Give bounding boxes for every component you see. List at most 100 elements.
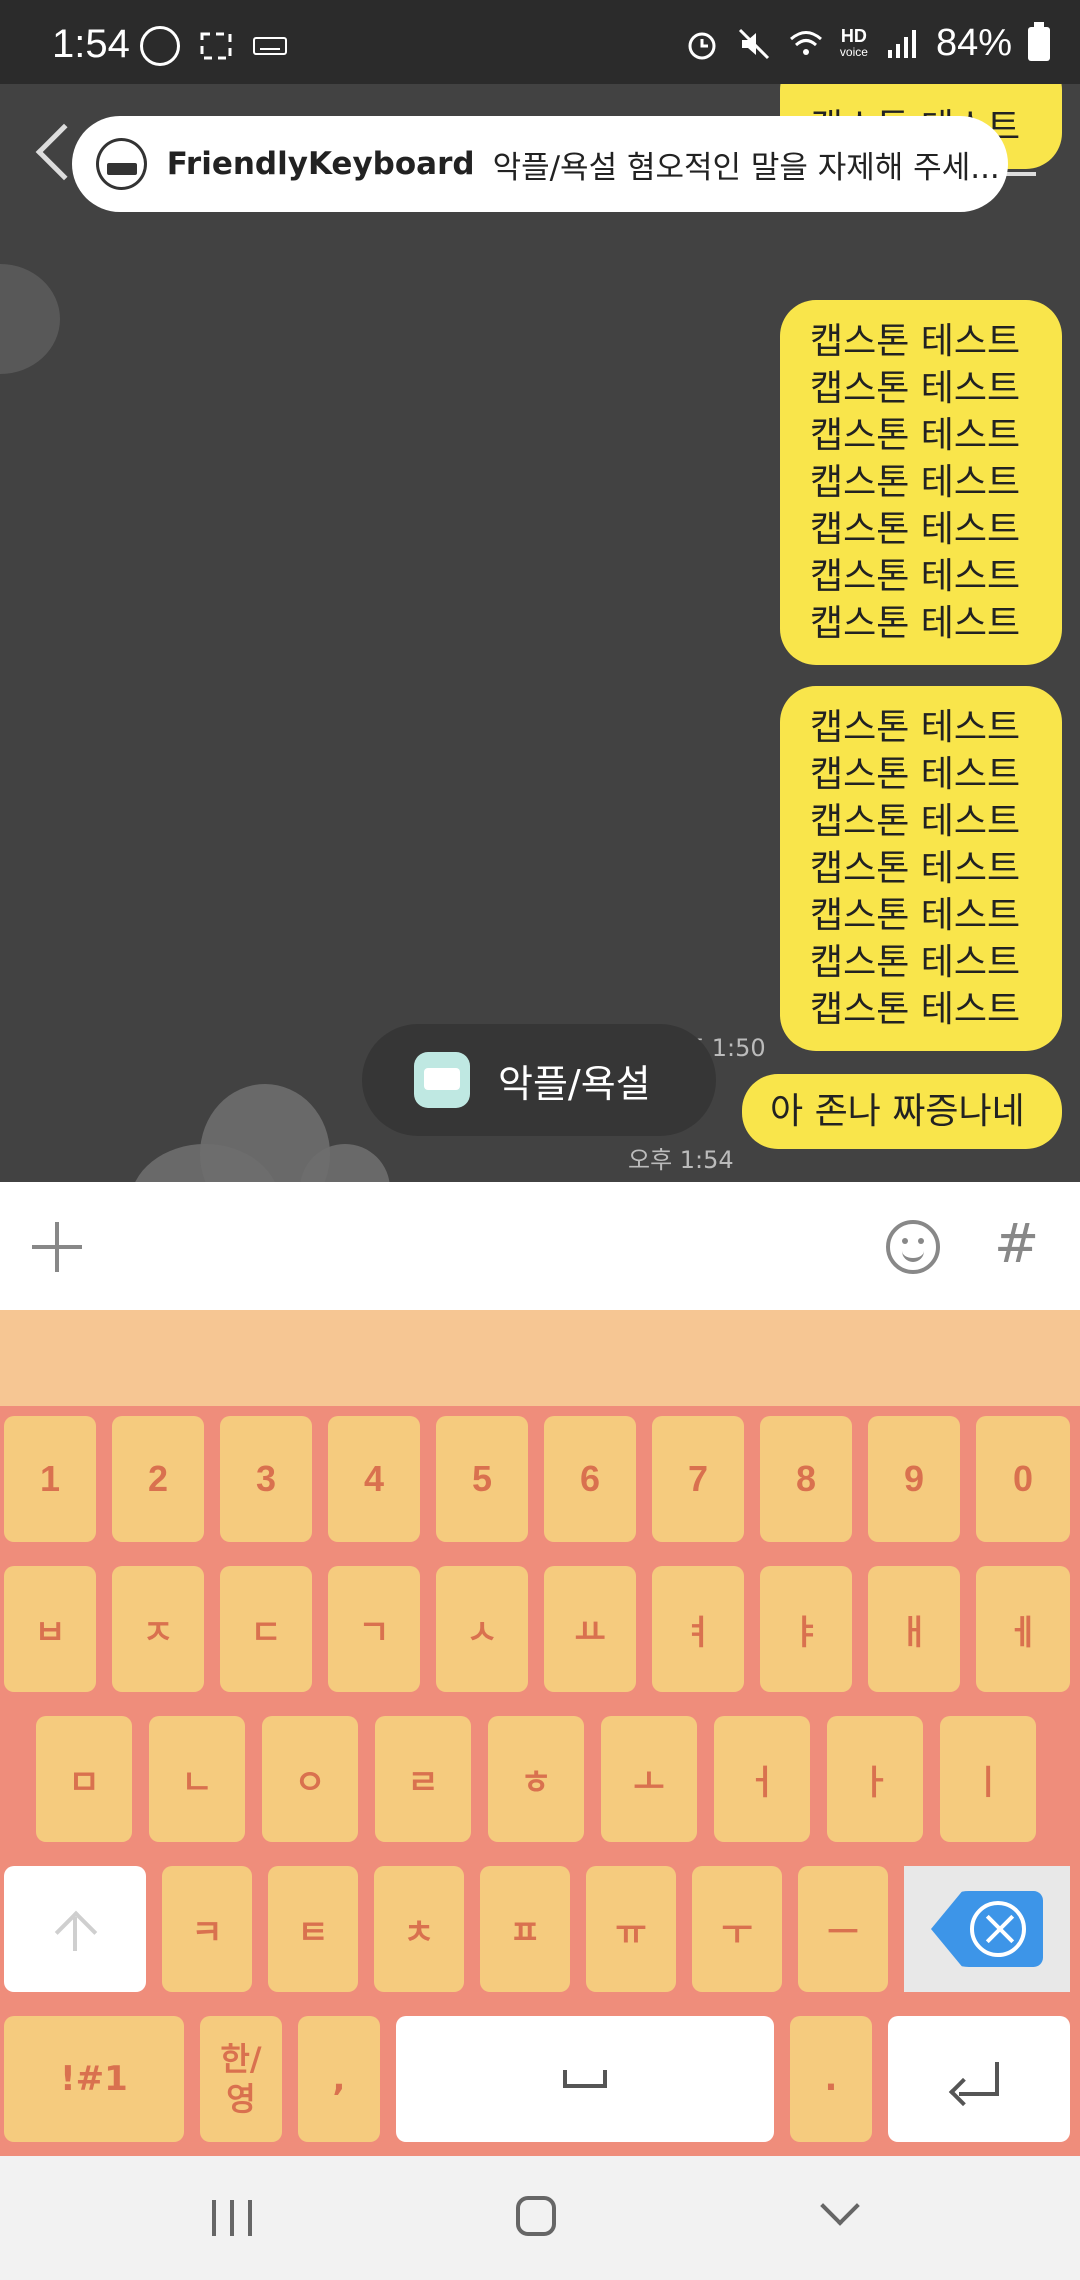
message-line: 캡스톤 테스트 [810,321,1021,362]
message-line: 캡스톤 테스트 [810,368,1021,409]
key-2[interactable]: 2 [112,1416,204,1542]
key-o[interactable]: ㅗ [601,1716,697,1842]
voice-label: voice [839,44,868,59]
period-key[interactable]: . [790,2016,872,2142]
message-line: 캡스톤 테스트 [810,989,1021,1030]
message-line: 캡스톤 테스트 [810,801,1021,842]
shift-arrow-icon [55,1909,95,1951]
key-pieup[interactable]: ㅍ [480,1866,570,1992]
key-mieum[interactable]: ㅁ [36,1716,132,1842]
key-siot[interactable]: ㅅ [436,1566,528,1692]
key-u[interactable]: ㅜ [692,1866,782,1992]
screenshot-icon [200,32,232,60]
battery-icon [1028,21,1050,61]
key-jieut[interactable]: ㅈ [112,1566,204,1692]
mute-icon [738,28,769,59]
key-1[interactable]: 1 [4,1416,96,1542]
status-bar: 1:54 HD voice 84% [0,0,1080,84]
space-key[interactable] [396,2016,774,2142]
signal-icon [887,29,916,58]
message-line: 캡스톤 테스트 [810,754,1021,795]
key-tieut[interactable]: ㅌ [268,1866,358,1992]
key-eo[interactable]: ㅓ [714,1716,810,1842]
message-line: 캡스톤 테스트 [810,848,1021,889]
status-right-icons: HD voice 84% [684,21,1050,65]
recent-apps-icon[interactable] [212,2200,252,2236]
alarm-icon [688,32,716,59]
comma-key[interactable]: , [298,2016,380,2142]
wifi-icon [789,30,822,55]
toast-message: 악플/욕설 [362,1024,716,1136]
key-ieung[interactable]: ㅇ [262,1716,358,1842]
keyboard-icon [253,37,287,55]
key-a[interactable]: ㅏ [827,1716,923,1842]
notification-app-name: FriendlyKeyboard [166,146,475,182]
friendly-keyboard-logo-icon [140,26,180,66]
friendly-keyboard-logo-icon [96,138,147,190]
language-switch-key[interactable]: 한/ 영 [200,2016,282,2142]
keyboard-app-icon [414,1052,470,1108]
key-5[interactable]: 5 [436,1416,528,1542]
shift-key[interactable] [4,1866,146,1992]
key-e[interactable]: ㅔ [976,1566,1070,1692]
space-icon [563,2070,607,2088]
navigation-bar [0,2156,1080,2280]
key-giyeok[interactable]: ㄱ [328,1566,420,1692]
message-line: 캡스톤 테스트 [810,603,1021,644]
key-7[interactable]: 7 [652,1416,744,1542]
symbols-key[interactable]: !#1 [4,2016,184,2142]
message-line: 캡스톤 테스트 [810,942,1021,983]
message-line: 캡스톤 테스트 [810,707,1021,748]
language-key-top: 한/ [220,2040,262,2078]
key-kieuk[interactable]: ㅋ [162,1866,252,1992]
key-eu[interactable]: ㅡ [798,1866,888,1992]
notification-message: 악플/욕설 혐오적인 말을 자제해 주세... [492,149,1000,186]
keyboard-suggestion-bar [0,1310,1080,1406]
toast-text: 악플/욕설 [498,1061,651,1106]
backspace-key[interactable] [904,1866,1070,1992]
hd-voice-icon: HD voice [839,25,868,60]
message-line: 캡스톤 테스트 [810,556,1021,597]
key-chieut[interactable]: ㅊ [374,1866,464,1992]
key-ae[interactable]: ㅐ [868,1566,960,1692]
status-left-icons [140,26,288,66]
key-6[interactable]: 6 [544,1416,636,1542]
key-yo[interactable]: ㅛ [544,1566,636,1692]
hide-keyboard-icon[interactable] [820,2186,860,2226]
key-nieun[interactable]: ㄴ [149,1716,245,1842]
key-yu[interactable]: ㅠ [586,1866,676,1992]
message-bubble[interactable]: 아 존나 짜증나네 [742,1074,1062,1149]
enter-icon [959,2062,999,2096]
message-line: 캡스톤 테스트 [810,895,1021,936]
keyboard: 1 2 3 4 5 6 7 8 9 0 ㅂ ㅈ ㄷ ㄱ ㅅ ㅛ ㅕ ㅑ ㅐ ㅔ … [0,1406,1080,2156]
home-icon[interactable] [516,2196,556,2236]
key-i[interactable]: ㅣ [940,1716,1036,1842]
key-digeut[interactable]: ㄷ [220,1566,312,1692]
message-input-bar[interactable]: # [0,1182,1080,1310]
emoji-icon[interactable] [886,1220,940,1274]
key-hieut[interactable]: ㅎ [488,1716,584,1842]
heads-up-notification[interactable]: FriendlyKeyboard 악플/욕설 혐오적인 말을 자제해 주세... [72,116,1008,212]
background-cloud [0,264,60,374]
hd-label: HD [840,25,867,46]
chat-area[interactable]: 캡스톤 테스트 캡스톤 테스트 캡스톤 테스트 캡스톤 테스트 캡스톤 테스트 … [0,84,1080,1182]
key-9[interactable]: 9 [868,1416,960,1542]
message-bubble[interactable]: 캡스톤 테스트 캡스톤 테스트 캡스톤 테스트 캡스톤 테스트 캡스톤 테스트 … [780,300,1062,665]
message-line: 캡스톤 테스트 [810,509,1021,550]
key-ya[interactable]: ㅑ [760,1566,852,1692]
key-4[interactable]: 4 [328,1416,420,1542]
key-rieul[interactable]: ㄹ [375,1716,471,1842]
message-line: 아 존나 짜증나네 [770,1091,1025,1132]
key-bieup[interactable]: ㅂ [4,1566,96,1692]
language-key-bottom: 영 [226,2080,256,2118]
delete-x-icon [970,1901,1026,1957]
message-line: 캡스톤 테스트 [810,462,1021,503]
hashtag-button[interactable]: # [994,1212,1039,1275]
key-yeo[interactable]: ㅕ [652,1566,744,1692]
enter-key[interactable] [888,2016,1070,2142]
key-8[interactable]: 8 [760,1416,852,1542]
message-bubble[interactable]: 캡스톤 테스트 캡스톤 테스트 캡스톤 테스트 캡스톤 테스트 캡스톤 테스트 … [780,686,1062,1051]
key-0[interactable]: 0 [976,1416,1070,1542]
plus-icon[interactable] [32,1222,82,1272]
key-3[interactable]: 3 [220,1416,312,1542]
